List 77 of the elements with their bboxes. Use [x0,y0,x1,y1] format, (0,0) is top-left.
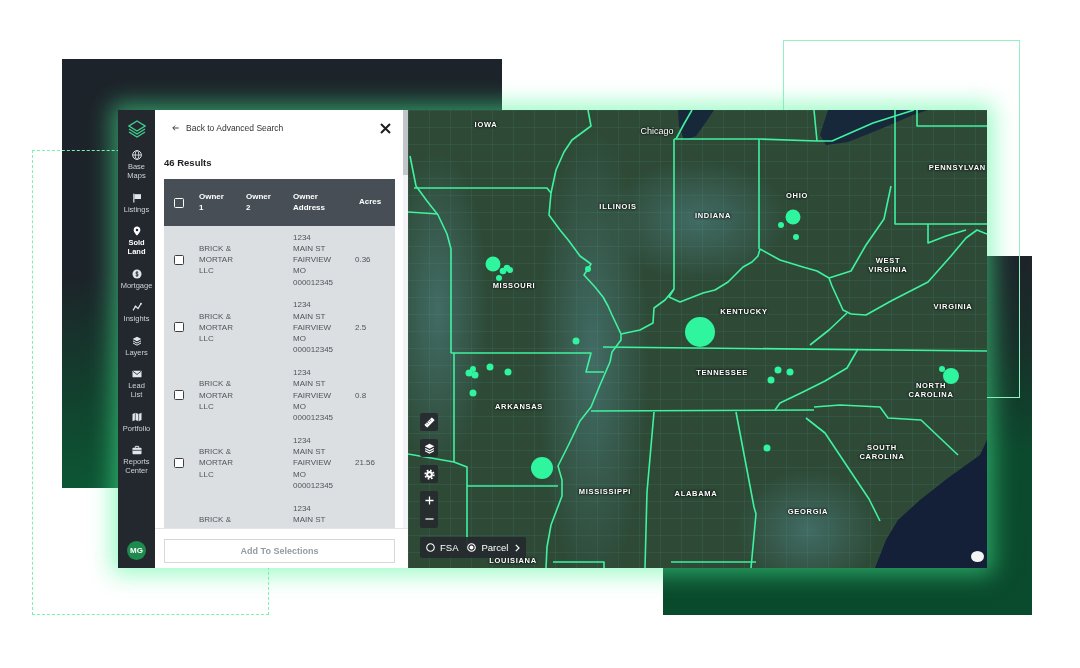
map-marker-icon[interactable] [572,337,580,345]
table-cell-text: BRICK & MORTAR LLC [199,242,234,277]
map-marker-icon[interactable] [943,368,959,384]
table-cell-text: 1234 MAIN ST FAIRVIEW MO 000012345 [293,231,335,288]
dollar-icon [131,268,142,279]
map-label: Chicago [640,126,674,136]
column-header: Acres [359,197,382,208]
chevron-right-icon [515,543,521,552]
map-marker-icon[interactable] [469,389,477,397]
row-checkbox[interactable] [174,457,184,468]
map-marker-icon[interactable] [585,266,591,272]
map-marker-icon[interactable] [486,363,494,371]
close-button[interactable] [380,122,391,134]
row-checkbox[interactable] [174,254,184,265]
map-icon [131,411,142,422]
ruler-button[interactable] [420,413,438,431]
map-marker-icon[interactable] [496,275,502,281]
flag-icon [131,192,142,203]
arrow-left-icon [172,125,179,131]
map-marker-icon[interactable] [485,256,501,272]
map-marker-icon[interactable] [774,366,782,374]
table-cell-text: BRICK & MORTAR LLC [199,378,234,412]
layers-icon [423,442,435,454]
map-marker-icon[interactable] [507,267,513,273]
table-cell-text: 1234 MAIN ST FAIRVIEW MO 000012345 [293,367,335,424]
scrollbar[interactable] [403,110,408,528]
table-cell-text: 0.8 [355,389,368,401]
zoom-in-button[interactable] [420,491,438,510]
oval-icon [971,551,984,562]
briefcase-icon [131,445,142,455]
select-all-checkbox[interactable] [174,197,184,208]
plus-icon [424,495,434,505]
map-marker-icon[interactable] [470,366,476,372]
table-cell-text: BRICK & MORTAR LLC [199,446,234,480]
envelope-icon [131,369,142,379]
row-checkbox[interactable] [174,390,184,401]
map-marker-icon[interactable] [939,366,945,372]
table-cell-text: BRICK & MORTAR LLC [199,310,234,345]
line-chart-icon [131,302,142,312]
globe-icon [131,150,142,160]
map-marker-icon[interactable] [778,222,784,228]
ruler-icon [423,416,435,428]
layer-option[interactable]: Parcel [467,542,509,553]
back-link[interactable]: Back to Advanced Search [172,123,284,133]
map-marker-icon[interactable] [471,371,479,379]
close-icon [380,122,391,134]
map-marker-icon[interactable] [786,368,794,376]
pin-icon [131,226,142,236]
minus-icon [424,517,434,520]
table-cell-text: 1234 MAIN ST [293,502,327,525]
results-count: 46 Results [164,157,212,169]
map-marker-icon[interactable] [785,209,801,225]
map-marker-icon[interactable] [685,317,715,347]
table-cell-text: 0.36 [355,254,372,266]
table-cell-text: 1234 MAIN ST FAIRVIEW MO 000012345 [293,434,335,491]
column-header: Owner 2 [246,192,271,213]
table-cell-text: 2.5 [355,321,368,333]
layers-icon [131,335,142,346]
settings-icon [423,468,435,480]
logo-icon [127,120,146,138]
layer-option[interactable]: FSA [426,542,459,553]
user-avatar[interactable]: MG [127,541,146,560]
map-marker-icon[interactable] [531,457,553,479]
column-header: Owner 1 [199,192,224,213]
settings-button[interactable] [420,465,438,483]
table-cell-text: BRICK & [199,513,232,525]
map-marker-icon[interactable] [465,369,473,377]
expand-button[interactable] [515,543,521,552]
layers-button[interactable] [420,439,438,457]
row-checkbox[interactable] [174,322,184,333]
map-marker-icon[interactable] [763,444,771,452]
map-marker-icon[interactable] [793,234,799,240]
map-marker-icon[interactable] [504,368,512,376]
table-cell-text: 21.56 [355,457,377,469]
map-marker-icon[interactable] [767,376,775,384]
table-cell-text: 1234 MAIN ST FAIRVIEW MO 000012345 [293,299,335,356]
column-header: Owner Address [293,192,325,213]
